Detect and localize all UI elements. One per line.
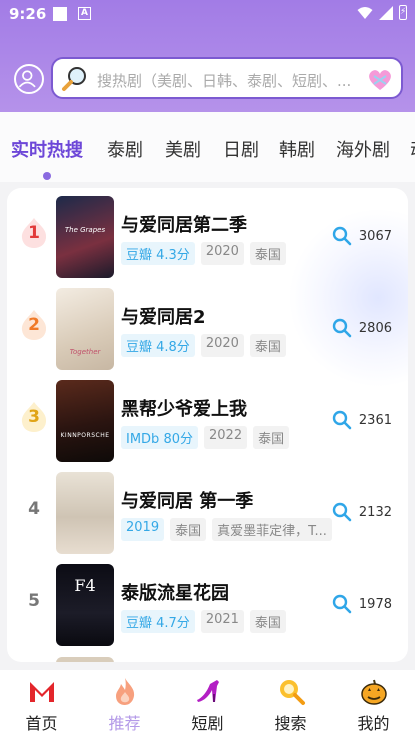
rank-badge: 1 <box>19 216 49 250</box>
rank-number: 5 <box>28 591 40 611</box>
year-tag: 2022 <box>204 426 248 449</box>
search-count-icon <box>332 502 352 522</box>
search-count: 2132 <box>358 504 392 520</box>
status-bar: 9:26 A ⚡ <box>0 0 415 30</box>
search-count-icon <box>332 594 352 614</box>
search-count-icon <box>332 410 352 430</box>
drama-title[interactable]: 与爱同居第二季 <box>121 211 247 237</box>
search-count: 2806 <box>358 320 392 336</box>
signal-icon <box>379 5 393 20</box>
drama-title[interactable]: 与爱同居2 <box>121 303 206 329</box>
search-icon <box>280 680 305 705</box>
status-time: 9:26 <box>9 5 47 23</box>
list-item[interactable]: 5 F4 泰版流星花园 豆瓣 4.7分 2021 泰国 1978 <box>7 558 408 650</box>
rating-tag: 豆瓣 4.3分 <box>121 242 195 265</box>
tab-thai[interactable]: 泰剧 <box>107 136 143 162</box>
magnifier-icon <box>62 67 86 91</box>
avatar-button[interactable] <box>14 64 44 94</box>
hot-search-list: 1 The Grapes 与爱同居第二季 豆瓣 4.3分 2020 泰国 306… <box>7 188 408 662</box>
rank-badge: 2 <box>19 308 49 342</box>
search-count-icon <box>332 226 352 246</box>
region-tag: 泰国 <box>249 610 286 633</box>
tab-anime[interactable]: 动 <box>410 136 415 162</box>
nav-label: 搜索 <box>274 714 307 733</box>
alias-tag: 真爱墨菲定律，T... <box>212 518 332 541</box>
nav-label: 首页 <box>25 714 58 733</box>
tab-japan[interactable]: 日剧 <box>223 136 259 162</box>
nav-short-drama[interactable]: 短剧 <box>166 670 249 739</box>
search-count: 1978 <box>358 596 392 612</box>
poster-image[interactable]: Together <box>56 288 114 370</box>
tab-korea[interactable]: 韩剧 <box>279 136 315 162</box>
nav-label: 推荐 <box>108 714 141 733</box>
battery-icon: ⚡ <box>399 5 407 20</box>
region-tag: 泰国 <box>253 426 290 449</box>
region-tag: 泰国 <box>249 334 286 357</box>
nav-home[interactable]: 首页 <box>0 670 83 739</box>
drama-title[interactable]: 黑帮少爷爱上我 <box>121 395 247 421</box>
poster-image[interactable]: KINNPORSCHE <box>56 380 114 462</box>
m-logo-icon <box>30 682 54 702</box>
bottom-nav: 首页 推荐 短剧 搜索 我的 <box>0 670 415 739</box>
year-tag: 2019 <box>121 518 165 541</box>
wifi-icon <box>357 6 373 19</box>
list-item[interactable]: 4 与爱同居 第一季 2019 泰国 真爱墨菲定律，T... 2132 <box>7 466 408 558</box>
search-input[interactable]: 搜热剧（美剧、日韩、泰剧、短剧、... <box>97 70 367 91</box>
header: 9:26 A ⚡ 搜热剧（美剧、日韩、泰剧、短剧、... <box>0 0 415 112</box>
list-item[interactable]: 1 The Grapes 与爱同居第二季 豆瓣 4.3分 2020 泰国 306… <box>7 190 408 282</box>
poster-image[interactable]: F4 <box>56 564 114 646</box>
search-bar[interactable]: 搜热剧（美剧、日韩、泰剧、短剧、... <box>51 57 403 99</box>
active-tab-indicator <box>43 172 51 180</box>
year-tag: 2020 <box>200 334 244 357</box>
region-tag: 泰国 <box>170 518 207 541</box>
tab-overseas[interactable]: 海外剧 <box>336 136 390 162</box>
high-heel-icon <box>197 680 219 702</box>
search-count: 2361 <box>358 412 392 428</box>
flame-icon <box>116 678 135 705</box>
nav-label: 我的 <box>357 714 390 733</box>
poster-image[interactable]: The Grapes <box>56 196 114 278</box>
region-tag: 泰国 <box>249 242 286 265</box>
list-item[interactable]: 3 KINNPORSCHE 黑帮少爷爱上我 IMDb 80分 2022 泰国 2… <box>7 374 408 466</box>
notification-square-icon <box>53 7 67 21</box>
poster-image-partial <box>56 657 114 662</box>
nav-recommend[interactable]: 推荐 <box>83 670 166 739</box>
notification-a-icon: A <box>78 7 91 20</box>
rating-tag: 豆瓣 4.8分 <box>121 334 195 357</box>
list-item[interactable]: 2 Together 与爱同居2 豆瓣 4.8分 2020 泰国 2806 <box>7 282 408 374</box>
rating-tag: 豆瓣 4.7分 <box>121 610 195 633</box>
nav-label: 短剧 <box>191 714 224 733</box>
year-tag: 2020 <box>200 242 244 265</box>
poster-image[interactable] <box>56 472 114 554</box>
tab-realtime-hot[interactable]: 实时热搜 <box>11 136 83 162</box>
search-count: 3067 <box>358 228 392 244</box>
search-count-icon <box>332 318 352 338</box>
nav-search[interactable]: 搜索 <box>249 670 332 739</box>
rank-number: 4 <box>28 499 40 519</box>
year-tag: 2021 <box>200 610 244 633</box>
drama-title[interactable]: 与爱同居 第一季 <box>121 487 253 513</box>
nav-mine[interactable]: 我的 <box>332 670 415 739</box>
pumpkin-icon <box>361 679 387 705</box>
drama-title[interactable]: 泰版流星花园 <box>121 579 229 605</box>
category-tabs: 实时热搜 泰剧 美剧 日剧 韩剧 海外剧 动 <box>0 112 415 182</box>
tab-us[interactable]: 美剧 <box>165 136 201 162</box>
heart-icon[interactable] <box>365 65 395 93</box>
rank-badge: 3 <box>19 400 49 434</box>
rating-tag: IMDb 80分 <box>121 426 198 449</box>
